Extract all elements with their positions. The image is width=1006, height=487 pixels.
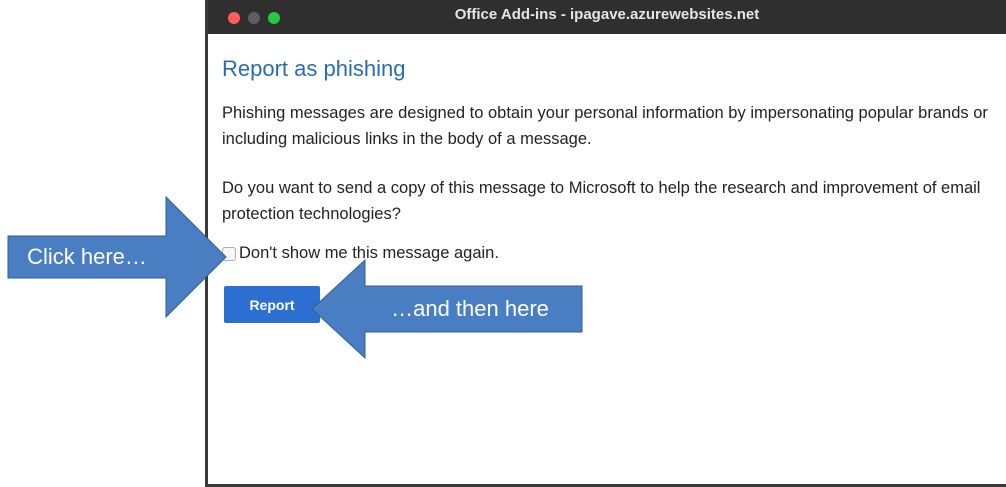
right-callout-text: …and then here <box>391 296 549 321</box>
left-callout-text: Click here… <box>27 244 147 269</box>
